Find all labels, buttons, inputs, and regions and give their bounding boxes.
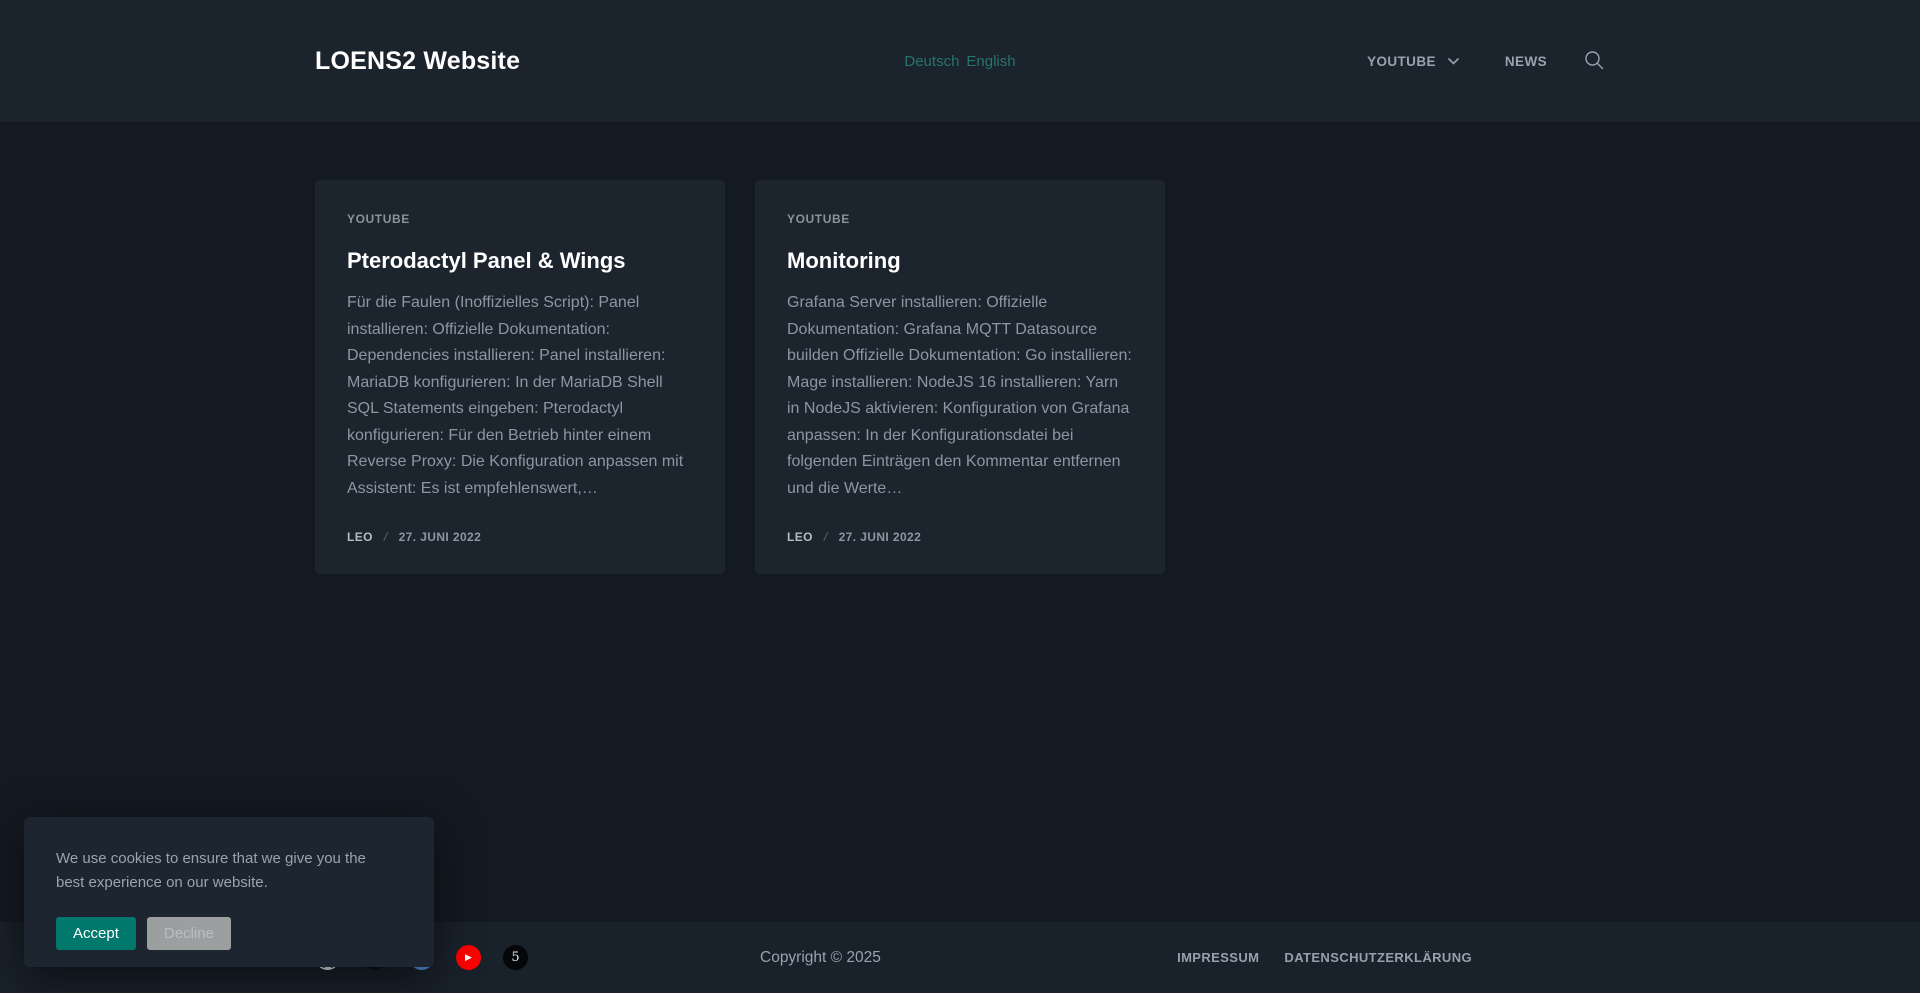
post-card-pterodactyl[interactable]: YOUTUBE Pterodactyl Panel & Wings Für di… [315,180,725,574]
post-meta: LEO / 27. JUNI 2022 [787,508,1133,544]
search-button[interactable] [1583,49,1605,74]
cookie-message: We use cookies to ensure that we give yo… [56,847,386,895]
footer-link-impressum[interactable]: IMPRESSUM [1177,950,1259,965]
footer-link-datenschutz[interactable]: DATENSCHUTZERKLÄRUNG [1284,950,1472,965]
cookie-consent-banner: We use cookies to ensure that we give yo… [24,817,434,967]
copyright-text: Copyright © 2025 [760,949,881,967]
post-author-link[interactable]: LEO [787,530,813,544]
post-date: 27. JUNI 2022 [839,530,922,544]
cookie-accept-button[interactable]: Accept [56,917,136,950]
language-switcher: Deutsch English [904,53,1015,70]
cookie-buttons: Accept Decline [56,917,402,950]
post-author-link[interactable]: LEO [347,530,373,544]
nav-item-youtube-label: YOUTUBE [1367,54,1436,69]
post-date: 27. JUNI 2022 [399,530,482,544]
post-category-link[interactable]: YOUTUBE [787,212,1133,226]
cookie-decline-button[interactable]: Decline [147,917,231,950]
site-title[interactable]: LOENS2 Website [315,47,520,76]
nav-item-youtube[interactable]: YOUTUBE [1367,54,1459,69]
meta-separator: / [824,530,828,544]
post-excerpt: Für die Faulen (Inoffizielles Script): P… [347,290,693,502]
five-logo-icon[interactable]: 5 [503,945,528,970]
post-meta: LEO / 27. JUNI 2022 [347,508,693,544]
search-icon [1583,49,1605,74]
youtube-icon[interactable]: ▶ [456,945,481,970]
post-grid: YOUTUBE Pterodactyl Panel & Wings Für di… [315,180,1605,574]
post-card-monitoring[interactable]: YOUTUBE Monitoring Grafana Server instal… [755,180,1165,574]
footer-menu: IMPRESSUM DATENSCHUTZERKLÄRUNG [1177,950,1472,965]
meta-separator: / [384,530,388,544]
site-header: LOENS2 Website Deutsch English YOUTUBE N… [0,0,1920,122]
post-title-link[interactable]: Pterodactyl Panel & Wings [347,248,693,274]
post-category-link[interactable]: YOUTUBE [347,212,693,226]
main-content: YOUTUBE Pterodactyl Panel & Wings Für di… [0,122,1920,922]
post-excerpt: Grafana Server installieren: Offizielle … [787,290,1133,502]
nav-item-news[interactable]: NEWS [1505,54,1547,69]
main-nav: YOUTUBE NEWS [1367,49,1605,74]
lang-link-deutsch[interactable]: Deutsch [904,53,959,70]
post-title-link[interactable]: Monitoring [787,248,1133,274]
lang-link-english[interactable]: English [966,53,1015,70]
chevron-down-icon [1448,58,1459,65]
